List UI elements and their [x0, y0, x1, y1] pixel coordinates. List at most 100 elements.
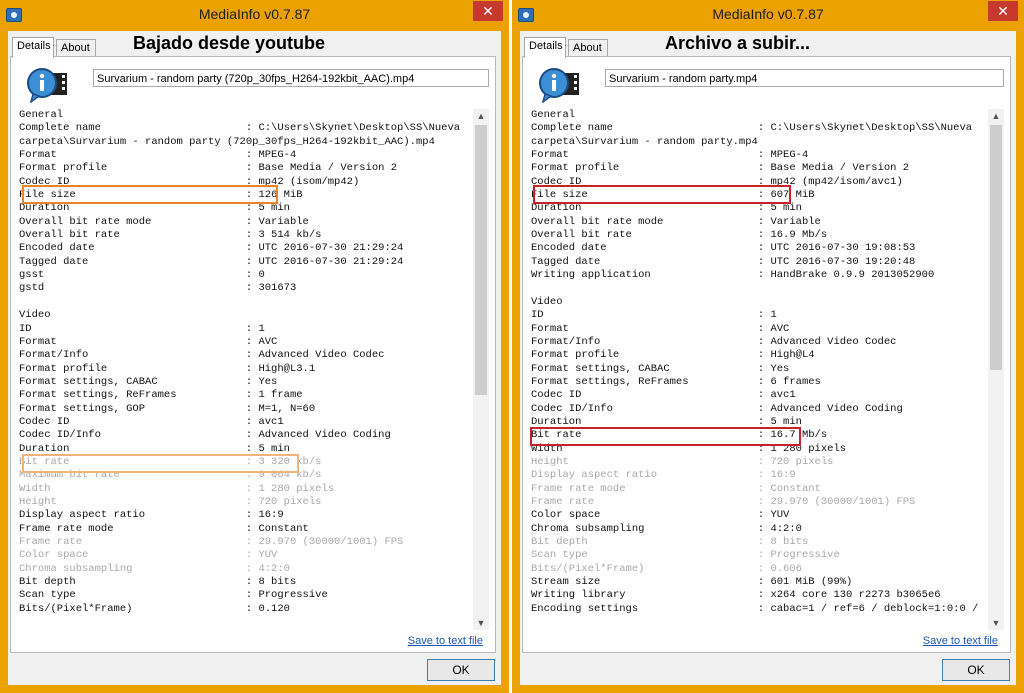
detail-line: Height : 720 pixels — [19, 495, 322, 508]
file-size-highlight — [533, 185, 791, 204]
detail-line: Format settings, CABAC : Yes — [19, 375, 278, 388]
tab-details[interactable]: Details — [12, 37, 54, 58]
detail-line: Frame rate : 29.970 (30000/1001) FPS — [531, 495, 916, 508]
detail-line: Format profile : High@L3.1 — [19, 362, 316, 375]
tab-details[interactable]: Details — [524, 37, 566, 58]
details-panel: Survarium - random party (720p_30fps_H26… — [10, 56, 496, 653]
mediainfo-logo-icon — [539, 68, 579, 103]
detail-line: Color space : YUV — [19, 549, 278, 562]
detail-line: Display aspect ratio : 16:9 — [19, 509, 284, 522]
detail-line: Encoding settings : cabac=1 / ref=6 / de… — [531, 602, 979, 615]
detail-line: Frame rate : 29.970 (30000/1001) FPS — [19, 536, 404, 548]
vertical-scrollbar[interactable]: ▲ ▼ — [473, 109, 489, 630]
detail-line: Tagged date : UTC 2016-07-30 21:29:24 — [19, 255, 404, 268]
detail-line: gstd : 301673 — [19, 282, 297, 295]
detail-line: Overall bit rate mode : Variable — [531, 215, 821, 228]
detail-line: Format profile : Base Media / Version 2 — [531, 162, 910, 175]
detail-line: Scan type : Progressive — [19, 589, 328, 602]
ok-button[interactable]: OK — [942, 659, 1010, 681]
ok-button[interactable]: OK — [427, 659, 495, 681]
detail-line: Frame rate mode : Constant — [19, 522, 309, 535]
vertical-scrollbar[interactable]: ▲ ▼ — [988, 109, 1004, 630]
bit-rate-highlight — [530, 427, 801, 446]
file-size-highlight — [22, 185, 278, 204]
mediainfo-logo-icon — [27, 68, 67, 103]
detail-line: ID : 1 — [531, 309, 777, 322]
scroll-up-arrow-icon[interactable]: ▲ — [988, 109, 1004, 123]
window-client: Details About Bajado desde youtube Surva… — [8, 31, 501, 685]
detail-line: General — [531, 109, 576, 121]
detail-line: Format profile : Base Media / Version 2 — [19, 162, 398, 175]
detail-line: carpeta\Survarium - random party.mp4 — [531, 135, 758, 148]
title-bar[interactable]: MediaInfo v0.7.87 ✕ — [0, 0, 509, 30]
scroll-down-arrow-icon[interactable]: ▼ — [988, 616, 1004, 630]
mediainfo-window-right: MediaInfo v0.7.87 ✕ Details About Archiv… — [512, 0, 1024, 693]
detail-line: Chroma subsampling : 4:2:0 — [19, 562, 290, 575]
detail-line: Width : 1 280 pixels — [19, 482, 335, 495]
scroll-down-arrow-icon[interactable]: ▼ — [473, 616, 489, 630]
save-to-text-file-link[interactable]: Save to text file — [923, 635, 998, 647]
detail-line: Bits/(Pixel*Frame) : 0.606 — [531, 562, 802, 575]
close-button[interactable]: ✕ — [988, 1, 1018, 21]
detail-line: Format settings, GOP : M=1, N=60 — [19, 402, 316, 415]
detail-line: Bit depth : 8 bits — [531, 536, 809, 548]
filename-field[interactable]: Survarium - random party (720p_30fps_H26… — [93, 69, 489, 87]
detail-line: Format settings, ReFrames : 1 frame — [19, 389, 303, 402]
detail-line: Codec ID/Info : Advanced Video Coding — [19, 429, 391, 442]
detail-line: Duration : 5 min — [531, 202, 802, 215]
window-title: MediaInfo v0.7.87 — [198, 6, 311, 22]
detail-line: Height : 720 pixels — [531, 455, 834, 468]
window-client: Details About Archivo a subir... Survari… — [520, 31, 1016, 685]
detail-line: Codec ID : avc1 — [19, 415, 284, 428]
detail-line: General — [19, 109, 64, 121]
detail-line: Overall bit rate : 3 514 kb/s — [19, 229, 322, 242]
detail-line: Complete name : C:\Users\Skynet\Desktop\… — [19, 122, 461, 135]
detail-line: Format settings, CABAC : Yes — [531, 362, 790, 375]
details-panel: Survarium - random party.mp4 General Comp… — [522, 56, 1011, 653]
detail-line: Format : AVC — [19, 335, 278, 348]
detail-line: Codec ID/Info : Advanced Video Coding — [531, 402, 903, 415]
detail-line: Video — [531, 295, 563, 308]
detail-line: Duration : 5 min — [19, 202, 290, 215]
detail-line: Bits/(Pixel*Frame) : 0.120 — [19, 602, 290, 615]
detail-line: Stream size : 601 MiB (99%) — [531, 576, 853, 589]
detail-line: Overall bit rate mode : Variable — [19, 215, 309, 228]
close-button[interactable]: ✕ — [473, 1, 503, 21]
detail-line: Format : MPEG-4 — [19, 149, 297, 162]
detail-line: Format : AVC — [531, 322, 790, 335]
detail-line: Overall bit rate : 16.9 Mb/s — [531, 229, 828, 242]
title-bar[interactable]: MediaInfo v0.7.87 ✕ — [512, 0, 1024, 30]
detail-line: Frame rate mode : Constant — [531, 482, 821, 495]
annotation-title: Archivo a subir... — [665, 33, 811, 53]
bit-rate-highlight — [22, 454, 299, 473]
detail-line: Complete name : C:\Users\Skynet\Desktop\… — [531, 122, 973, 135]
detail-line: Codec ID : avc1 — [531, 389, 796, 402]
scrollbar-thumb[interactable] — [475, 125, 487, 395]
detail-line: Format/Info : Advanced Video Codec — [19, 349, 385, 362]
detail-line: Format/Info : Advanced Video Codec — [531, 335, 897, 348]
scrollbar-thumb[interactable] — [990, 125, 1002, 370]
save-to-text-file-link[interactable]: Save to text file — [408, 635, 483, 647]
detail-line: Encoded date : UTC 2016-07-30 19:08:53 — [531, 242, 916, 255]
detail-line: Scan type : Progressive — [531, 549, 840, 562]
tab-about[interactable]: About — [568, 39, 608, 56]
detail-line: Format settings, ReFrames : 6 frames — [531, 375, 821, 388]
detail-line: Writing application : HandBrake 0.9.9 20… — [531, 269, 935, 282]
detail-line — [531, 282, 988, 295]
detail-line: ID : 1 — [19, 322, 265, 335]
detail-line: Video — [19, 309, 51, 322]
scroll-up-arrow-icon[interactable]: ▲ — [473, 109, 489, 123]
detail-line: Chroma subsampling : 4:2:0 — [531, 522, 802, 535]
detail-line: Bit depth : 8 bits — [19, 576, 297, 589]
detail-line: Writing library : x264 core 130 r2273 b3… — [531, 589, 941, 602]
detail-line: carpeta\Survarium - random party (720p_3… — [19, 135, 435, 148]
filename-field[interactable]: Survarium - random party.mp4 — [605, 69, 1004, 87]
detail-line — [19, 296, 473, 309]
tab-about[interactable]: About — [56, 39, 96, 56]
detail-line: Format : MPEG-4 — [531, 149, 809, 162]
detail-line: Encoded date : UTC 2016-07-30 21:29:24 — [19, 242, 404, 255]
detail-line: Display aspect ratio : 16:9 — [531, 469, 796, 482]
detail-line: Tagged date : UTC 2016-07-30 19:20:48 — [531, 255, 916, 268]
detail-line: Format profile : High@L4 — [531, 349, 815, 362]
detail-line: gsst : 0 — [19, 269, 265, 282]
